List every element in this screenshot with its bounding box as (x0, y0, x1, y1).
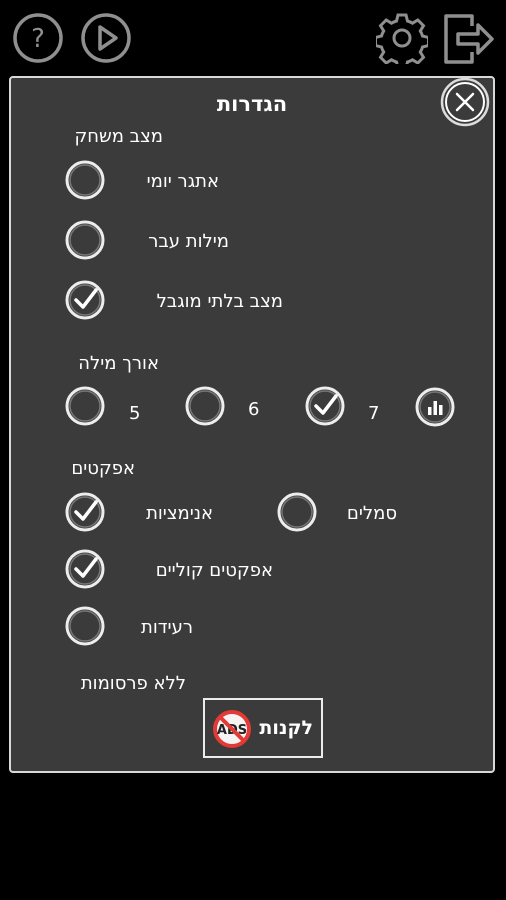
animations-label[interactable]: אנימציות (146, 503, 213, 524)
game-mode-heading: מצב משחק (74, 126, 163, 147)
vibration-label[interactable]: רעידות (141, 617, 193, 638)
daily-challenge-radio[interactable] (63, 158, 107, 202)
length-6-radio[interactable] (183, 384, 227, 428)
no-ads-heading: ללא פרסומות (80, 673, 186, 694)
length-6-label[interactable]: 6 (248, 399, 259, 420)
effects-heading: אפקטים (71, 458, 135, 479)
buy-button-label[interactable]: לקנות (259, 717, 313, 739)
check-icon (74, 288, 98, 309)
daily-challenge-label[interactable]: אתגר יומי (147, 171, 219, 192)
exit-icon[interactable] (442, 12, 496, 66)
unlimited-mode-label[interactable]: מצב בלתי מוגבל (157, 291, 283, 312)
close-icon[interactable] (440, 77, 490, 127)
svg-text:?: ? (31, 24, 45, 54)
stats-icon[interactable] (413, 385, 457, 429)
length-7-label[interactable]: 7 (368, 403, 379, 424)
animations-radio[interactable] (63, 490, 107, 534)
past-words-label[interactable]: מילות עבר (148, 231, 229, 252)
check-icon (74, 557, 98, 578)
settings-title: הגדרות (216, 92, 288, 116)
help-icon[interactable]: ? (12, 12, 64, 64)
sound-effects-radio[interactable] (63, 547, 107, 591)
length-7-radio[interactable] (303, 384, 347, 428)
length-5-radio[interactable] (63, 384, 107, 428)
check-icon (74, 500, 98, 521)
sound-effects-label[interactable]: אפקטים קוליים (156, 560, 273, 581)
play-tutorial-icon[interactable] (80, 12, 132, 64)
past-words-radio[interactable] (63, 218, 107, 262)
length-5-label[interactable]: 5 (129, 403, 140, 424)
check-icon (314, 394, 338, 415)
unlimited-mode-radio[interactable] (63, 278, 107, 322)
word-length-heading: אורך מילה (78, 353, 159, 374)
vibration-radio[interactable] (63, 604, 107, 648)
no-ads-icon: ADS (213, 710, 251, 748)
settings-panel: הגדרות מצב משחק אתגר יומי מילות עבר מצב … (9, 76, 495, 773)
gear-icon[interactable] (376, 12, 428, 64)
symbols-radio[interactable] (275, 490, 319, 534)
buy-no-ads-button[interactable]: ADS לקנות (203, 698, 323, 758)
symbols-label[interactable]: סמלים (347, 503, 397, 524)
